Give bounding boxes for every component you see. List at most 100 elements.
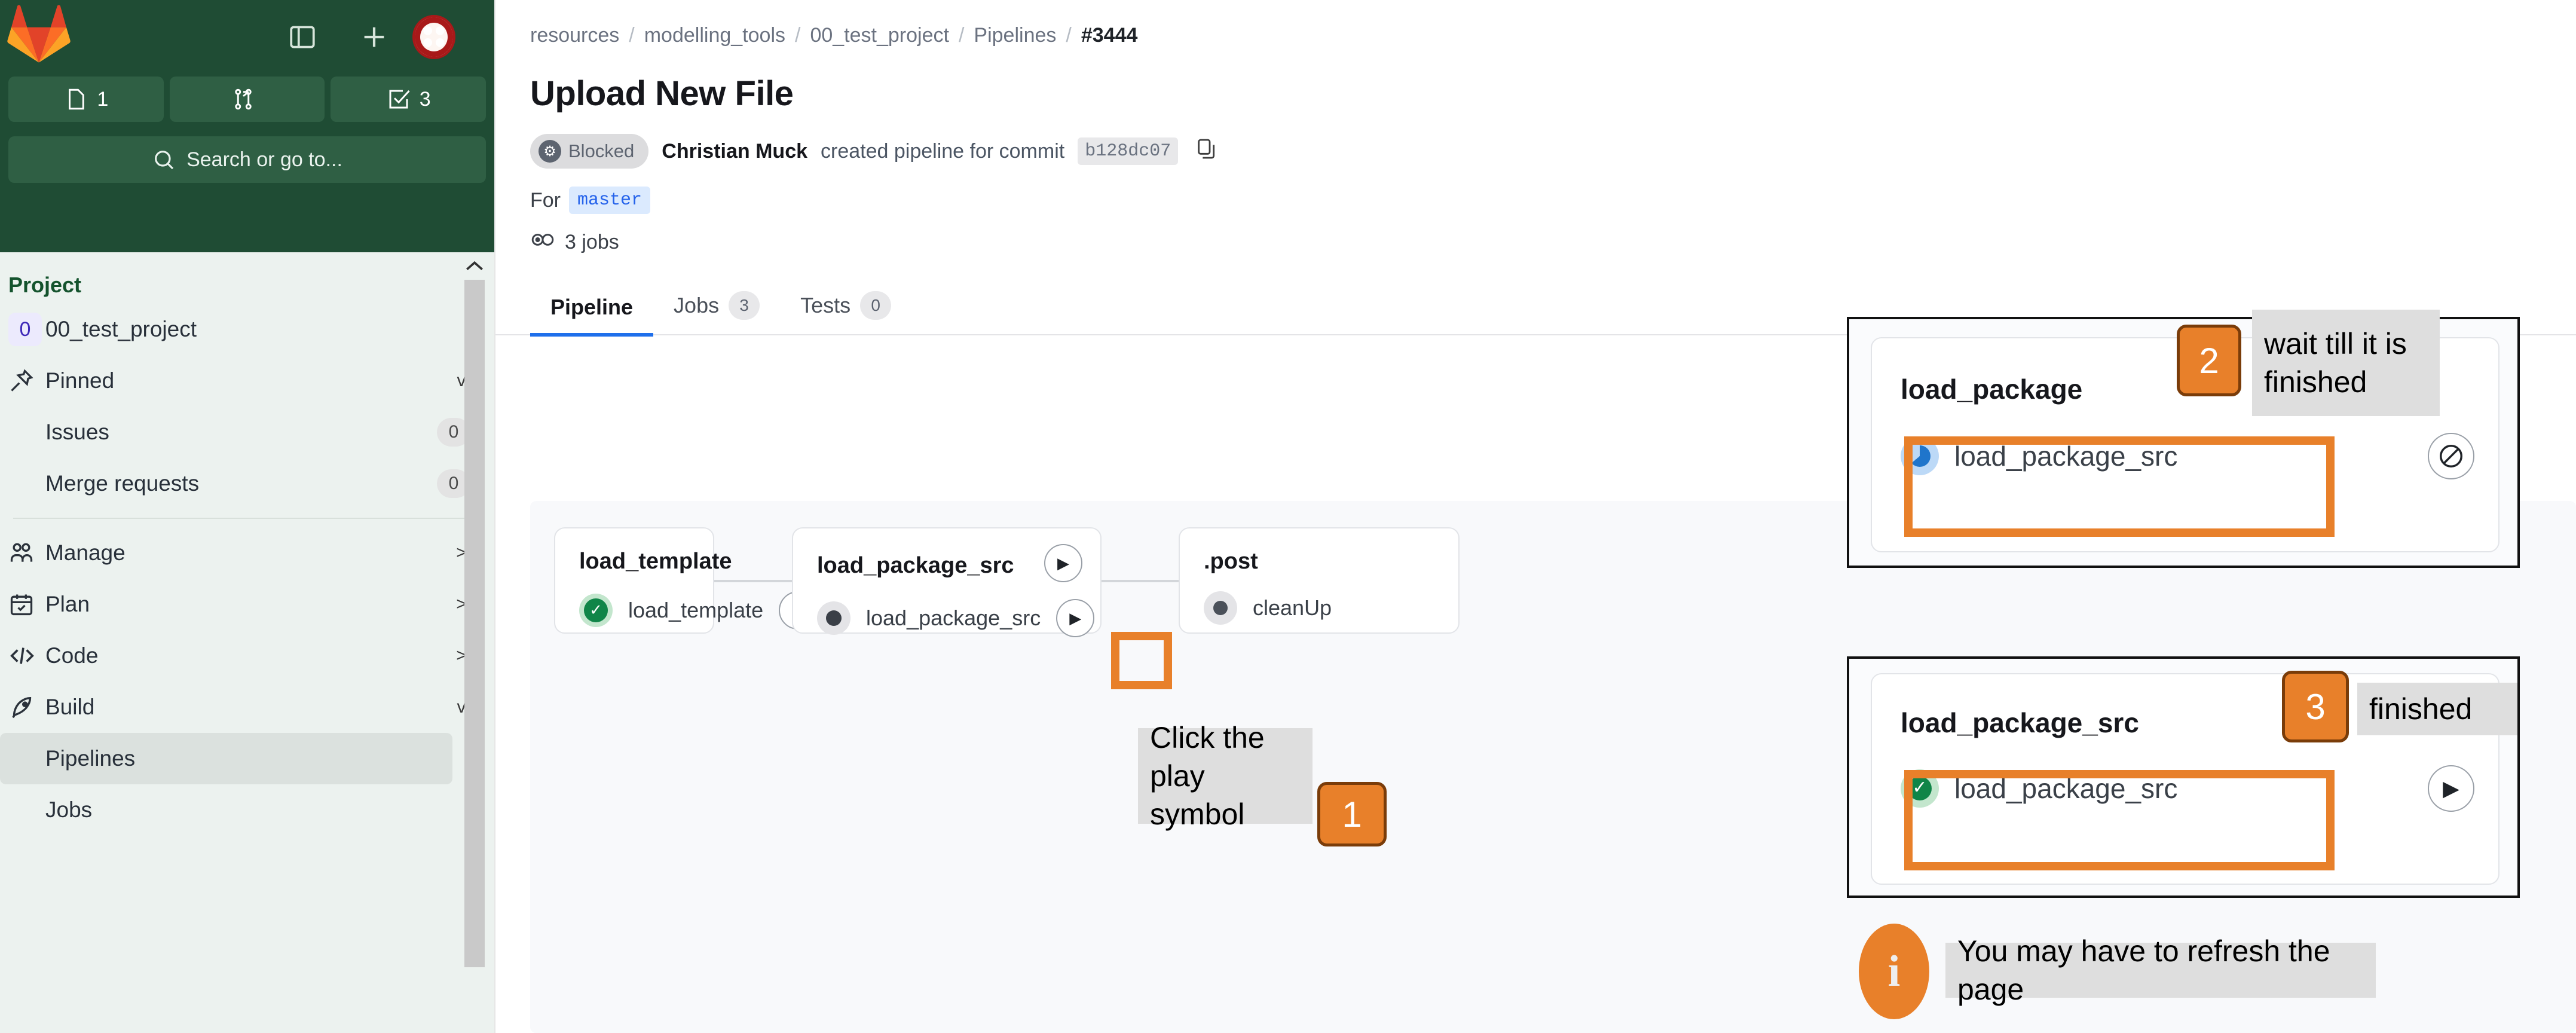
stage-title: .post xyxy=(1204,549,1258,574)
sidebar-counters: 1 3 xyxy=(0,72,494,127)
gear-icon: ⚙ xyxy=(826,609,842,628)
tab-tests[interactable]: Tests 0 xyxy=(780,282,911,337)
job-row[interactable]: ⚙ load_package_src ▶ xyxy=(793,582,1100,637)
search-icon xyxy=(155,151,174,170)
pipeline-jobs-row: 3 jobs xyxy=(495,214,2576,255)
stage-card-load-template[interactable]: load_template ✓ load_template ▶ xyxy=(554,527,818,634)
info-note-label: You may have to refresh the page xyxy=(1945,934,2376,1006)
breadcrumb-separator: / xyxy=(795,24,801,47)
branch-chip[interactable]: master xyxy=(569,187,651,214)
sidebar-item-merge-requests[interactable]: Merge requests 0 xyxy=(0,458,494,509)
callout-1-number-text: 1 xyxy=(1342,794,1362,835)
sidebar-item-plan[interactable]: Plan > xyxy=(0,579,494,630)
jobs-icon xyxy=(530,230,555,255)
callout-3-number-text: 3 xyxy=(2305,686,2326,727)
merge-requests-counter-button[interactable] xyxy=(169,77,325,122)
sidebar-nav: Project 0 00_test_project Pinned v Issue… xyxy=(0,252,494,1033)
sidebar-item-build[interactable]: Build v xyxy=(0,681,494,733)
avatar[interactable] xyxy=(412,15,455,59)
pipeline-status-text: created pipeline for commit xyxy=(821,139,1065,163)
callout-2-label: wait till it is finished xyxy=(2252,310,2440,416)
sidebar-item-label: Pinned xyxy=(45,368,115,393)
jobs-count-label: 3 jobs xyxy=(565,231,619,253)
callout-1-label: Click the play symbol xyxy=(1138,721,1313,831)
sidebar-item-pipelines[interactable]: Pipelines xyxy=(0,733,452,784)
tab-label: Tests xyxy=(800,293,851,317)
play-icon[interactable]: ▶ xyxy=(2428,765,2474,812)
sidebar-item-label: Plan xyxy=(45,592,90,616)
breadcrumb-item-pipeline-id[interactable]: #3444 xyxy=(1081,24,1138,47)
tab-label: Pipeline xyxy=(550,295,634,319)
tab-jobs[interactable]: Jobs 3 xyxy=(653,282,780,337)
stage-title: load_package_src xyxy=(817,552,1014,578)
sidebar-item-label: Code xyxy=(45,643,99,668)
merge-request-icon xyxy=(234,88,252,110)
gitlab-logo-icon[interactable] xyxy=(6,2,72,65)
stage-card-post[interactable]: .post cleanUp xyxy=(1179,527,1460,634)
highlight-play-button xyxy=(1111,632,1172,689)
sidebar: 1 3 Search or go to... Project 0 00_test… xyxy=(0,0,494,1033)
pipeline-status-row: ⚙ Blocked Christian Muck created pipelin… xyxy=(495,114,2576,169)
play-icon[interactable]: ▶ xyxy=(1044,544,1082,582)
status-created-icon xyxy=(1204,591,1237,625)
job-name: load_template xyxy=(628,598,764,622)
copy-to-clipboard-icon[interactable] xyxy=(1195,137,1219,166)
todos-counter-button[interactable]: 3 xyxy=(331,77,487,122)
info-note-text: You may have to refresh the page xyxy=(1957,934,2330,1006)
sidebar-item-code[interactable]: Code > xyxy=(0,630,494,681)
breadcrumb-item-project[interactable]: 00_test_project xyxy=(810,24,949,47)
sidebar-scroll-area: 0 00_test_project Pinned v Issues 0 Merg… xyxy=(0,304,494,836)
tab-count: 0 xyxy=(860,291,892,320)
sidebar-item-label: Pipelines xyxy=(45,746,136,771)
play-icon[interactable]: ▶ xyxy=(1056,599,1095,637)
project-avatar: 0 xyxy=(8,313,45,346)
tab-pipeline[interactable]: Pipeline xyxy=(530,285,654,337)
breadcrumb: resources / modelling_tools / 00_test_pr… xyxy=(495,0,2576,47)
status-badge-label: Blocked xyxy=(568,140,635,161)
plus-icon[interactable] xyxy=(353,16,396,59)
breadcrumb-item-pipelines[interactable]: Pipelines xyxy=(974,24,1056,47)
cancel-icon[interactable] xyxy=(2428,433,2474,479)
pipeline-author[interactable]: Christian Muck xyxy=(662,140,807,163)
sidebar-item-label: Issues xyxy=(45,420,109,444)
callout-1-number: 1 xyxy=(1317,782,1387,846)
sidebar-header: 1 3 Search or go to... xyxy=(0,0,494,252)
graph-connector xyxy=(714,580,792,582)
sidebar-item-label: Manage xyxy=(45,540,126,565)
for-label: For xyxy=(530,188,561,212)
breadcrumb-item-modelling-tools[interactable]: modelling_tools xyxy=(644,24,785,47)
search-input[interactable]: Search or go to... xyxy=(8,136,486,183)
job-row[interactable]: ✓ load_template ▶ xyxy=(555,574,818,629)
sidebar-brand-row xyxy=(0,0,494,72)
sidebar-item-issues[interactable]: Issues 0 xyxy=(0,407,494,458)
job-row[interactable]: cleanUp xyxy=(1180,574,1458,625)
users-icon xyxy=(8,540,45,566)
sidebar-item-manage[interactable]: Manage > xyxy=(0,527,494,579)
issues-counter-button[interactable]: 1 xyxy=(8,77,164,122)
sidebar-item-jobs[interactable]: Jobs xyxy=(0,784,494,836)
callout-2-highlight xyxy=(1904,436,2335,537)
stage-card-load-package-src[interactable]: load_package_src ▶ ⚙ load_package_src ▶ xyxy=(792,527,1102,637)
sidebar-item-project[interactable]: 0 00_test_project xyxy=(0,304,494,355)
gear-icon: ⚙ xyxy=(539,140,561,163)
sidebar-item-label: 00_test_project xyxy=(45,317,197,341)
callout-2-text: wait till it is finished xyxy=(2264,327,2407,399)
sidebar-panel-icon[interactable] xyxy=(281,16,324,59)
issues-counter-value: 1 xyxy=(97,87,109,111)
sidebar-scrollbar[interactable] xyxy=(464,252,485,1023)
sidebar-item-label: Build xyxy=(45,695,95,719)
scrollbar-thumb[interactable] xyxy=(464,280,485,967)
pin-icon xyxy=(8,368,45,394)
job-name: load_package_src xyxy=(866,606,1041,630)
job-name: cleanUp xyxy=(1253,595,1332,620)
tab-label: Jobs xyxy=(674,293,720,317)
status-badge[interactable]: ⚙ Blocked xyxy=(530,134,649,169)
breadcrumb-item-resources[interactable]: resources xyxy=(530,24,619,47)
todo-checkbox-icon xyxy=(389,90,410,109)
commit-sha[interactable]: b128dc07 xyxy=(1078,137,1179,165)
callout-3-text: finished xyxy=(2369,692,2473,726)
sidebar-section-title: Project xyxy=(8,273,82,297)
stage-title: load_template xyxy=(579,549,732,574)
scroll-up-chevron-icon[interactable] xyxy=(464,252,485,280)
sidebar-item-pinned[interactable]: Pinned v xyxy=(0,355,494,407)
